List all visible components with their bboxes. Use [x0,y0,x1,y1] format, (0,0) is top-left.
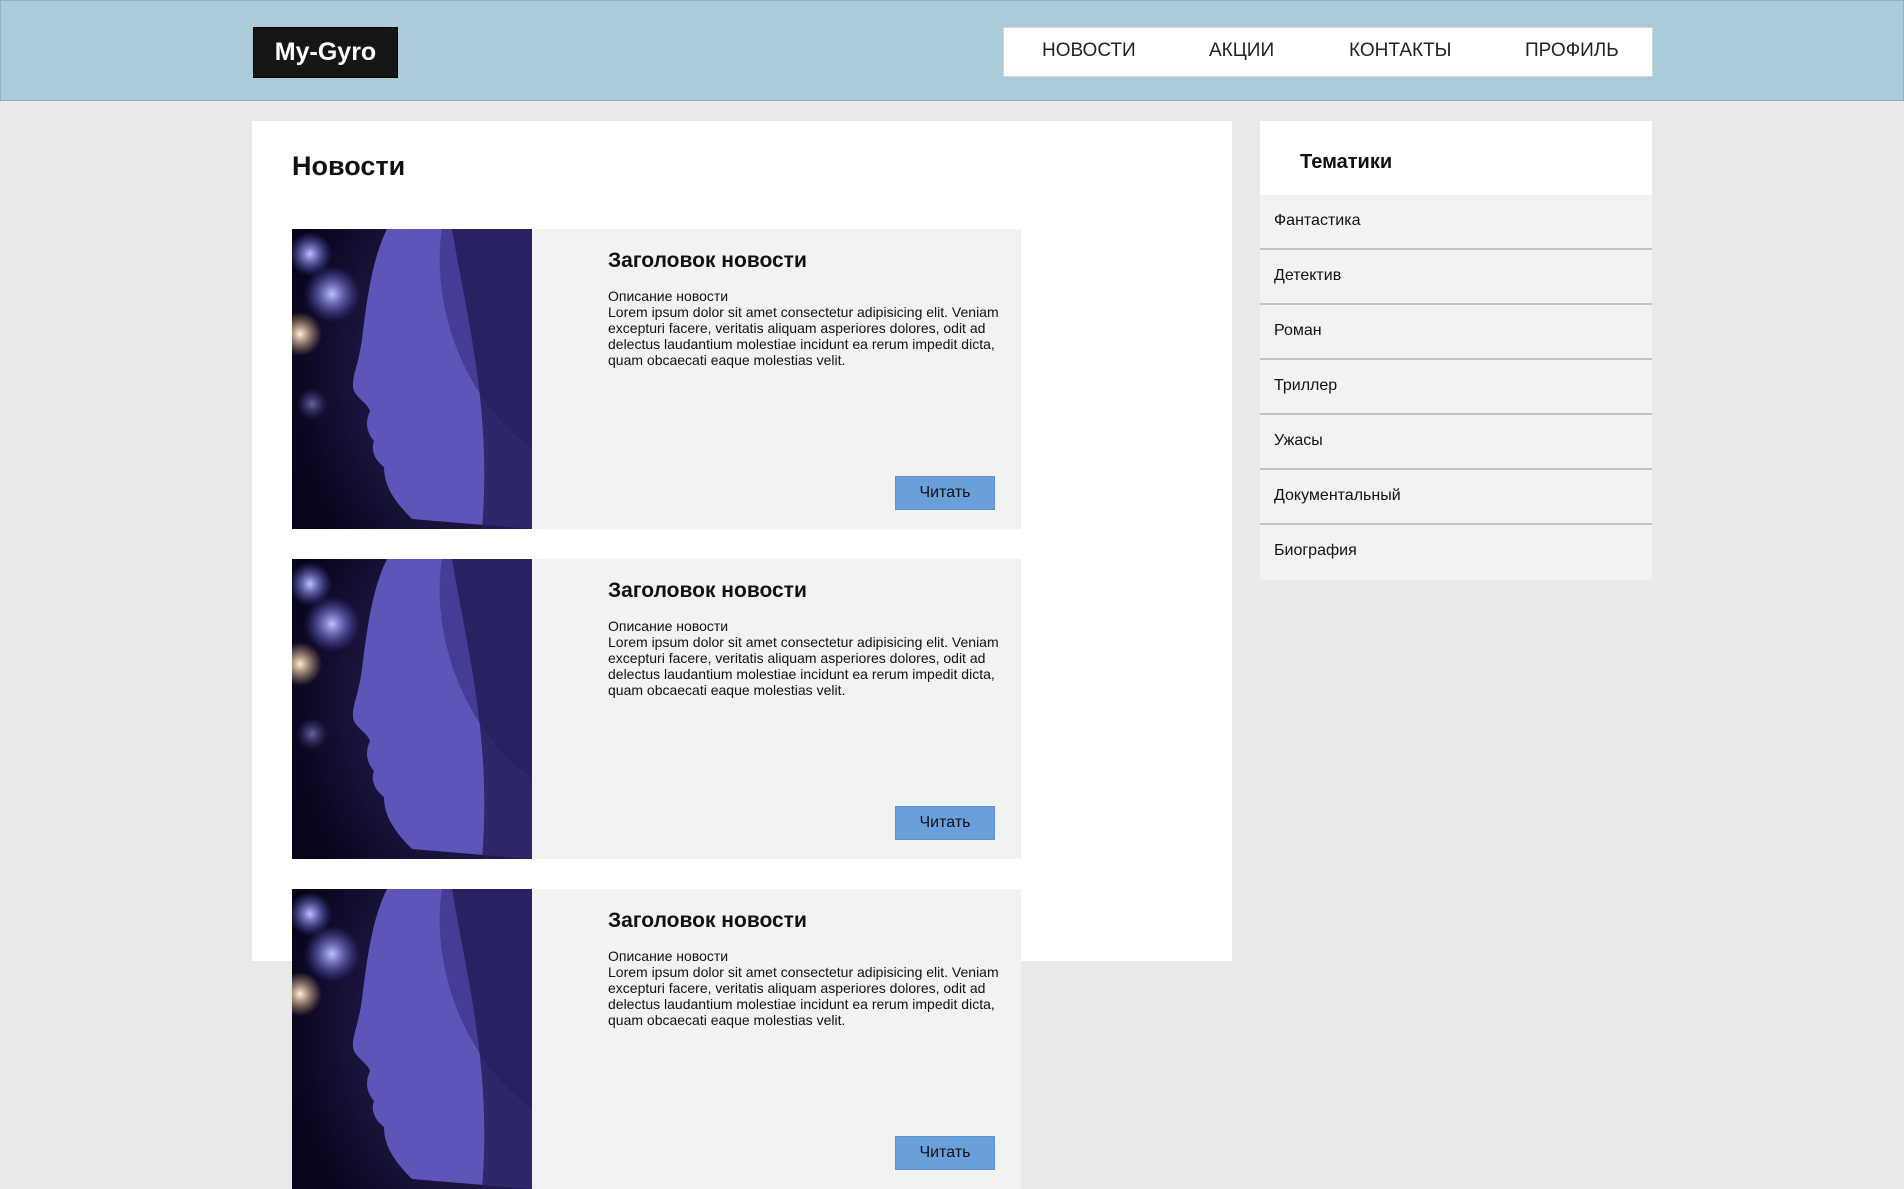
topic-item-detective[interactable]: Детектив [1260,250,1652,305]
news-photo [292,229,532,529]
main-nav: НОВОСТИ АКЦИИ КОНТАКТЫ ПРОФИЛЬ [1003,27,1653,77]
read-button[interactable]: Читать [895,806,995,840]
news-description: Описание новости Lorem ipsum dolor sit a… [608,948,1008,1028]
read-button[interactable]: Читать [895,476,995,510]
news-title: Заголовок новости [608,909,807,932]
news-description: Описание новости Lorem ipsum dolor sit a… [608,618,1008,698]
nav-item-promotions[interactable]: АКЦИИ [1209,28,1274,76]
news-description: Описание новости Lorem ipsum dolor sit a… [608,288,1008,368]
news-description-text: Lorem ipsum dolor sit amet consectetur a… [608,634,999,698]
news-title: Заголовок новости [608,579,807,602]
news-title: Заголовок новости [608,249,807,272]
topic-item-biography[interactable]: Биография [1260,525,1652,580]
topic-item-documentary[interactable]: Документальный [1260,470,1652,525]
news-card: Заголовок новости Описание новости Lorem… [292,229,1021,529]
topic-item-horror[interactable]: Ужасы [1260,415,1652,470]
topic-item-thriller[interactable]: Триллер [1260,360,1652,415]
page-title: Новости [292,151,406,181]
topic-item-novel[interactable]: Роман [1260,305,1652,360]
topics-sidebar: Тематики Фантастика Детектив Роман Трилл… [1260,121,1652,580]
news-description-text: Lorem ipsum dolor sit amet consectetur a… [608,304,999,368]
news-card: Заголовок новости Описание новости Lorem… [292,889,1021,1189]
nav-item-news[interactable]: НОВОСТИ [1042,28,1136,76]
news-description-label: Описание новости [608,618,729,634]
news-description-label: Описание новости [608,948,729,964]
topics-title: Тематики [1300,151,1393,173]
news-photo [292,889,532,1189]
news-photo [292,559,532,859]
news-card: Заголовок новости Описание новости Lorem… [292,559,1021,859]
read-button[interactable]: Читать [895,1136,995,1170]
topics-header: Тематики [1260,121,1652,195]
news-description-text: Lorem ipsum dolor sit amet consectetur a… [608,964,999,1028]
topic-item-fantasy[interactable]: Фантастика [1260,195,1652,250]
news-description-label: Описание новости [608,288,729,304]
topics-list: Фантастика Детектив Роман Триллер Ужасы … [1260,195,1652,580]
site-header: My-Gyro НОВОСТИ АКЦИИ КОНТАКТЫ ПРОФИЛЬ [0,0,1904,101]
nav-item-profile[interactable]: ПРОФИЛЬ [1525,28,1619,76]
site-logo[interactable]: My-Gyro [253,27,398,78]
nav-item-contacts[interactable]: КОНТАКТЫ [1349,28,1452,76]
news-section: Новости Заголовок новости Описание новос… [252,121,1232,1189]
